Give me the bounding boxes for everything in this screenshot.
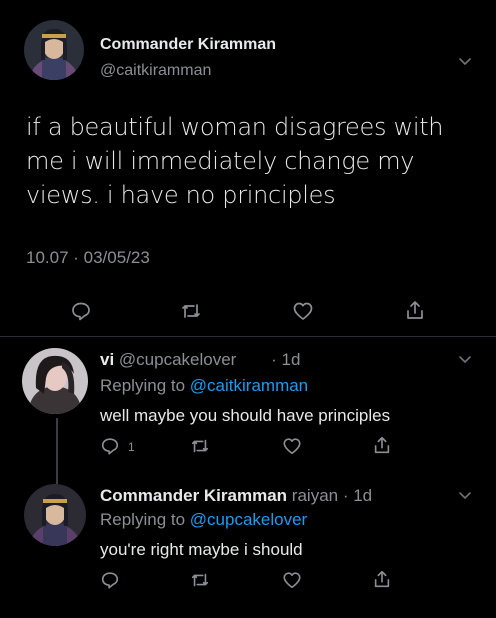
reply-header: Commander Kiramman raiyan · 1d (100, 486, 372, 506)
retweet-icon[interactable] (180, 300, 202, 322)
reply-count: 1 (128, 440, 135, 454)
divider (0, 336, 496, 337)
mention-link[interactable]: @cupcakelover (190, 510, 307, 529)
timestamp[interactable]: 1d (282, 350, 301, 369)
handle[interactable]: raiyan · 1d (292, 486, 372, 505)
thread-line (56, 418, 58, 486)
reply-text: you're right maybe i should (100, 540, 303, 559)
replying-to: Replying to @cupcakelover (100, 510, 307, 530)
handle[interactable]: @cupcakelover (119, 350, 236, 369)
display-name[interactable]: Commander Kiramman (100, 36, 276, 54)
reply-header: vi @cupcakelover · 1d (100, 350, 300, 370)
reply-icon[interactable] (70, 300, 92, 322)
reply-icon[interactable] (100, 570, 120, 590)
like-icon[interactable] (282, 436, 302, 456)
reply-icon[interactable] (100, 436, 120, 456)
retweet-icon[interactable] (190, 436, 210, 456)
handle[interactable]: @caitkiramman (100, 62, 211, 80)
like-icon[interactable] (282, 570, 302, 590)
like-icon[interactable] (292, 300, 314, 322)
separator: · (271, 350, 277, 369)
chevron-down-icon[interactable] (456, 52, 474, 75)
chevron-down-icon[interactable] (456, 486, 474, 509)
share-icon[interactable] (372, 435, 392, 455)
avatar[interactable] (24, 20, 84, 80)
reply-text: well maybe you should have principles (100, 406, 391, 425)
display-name[interactable]: Commander Kiramman (100, 486, 287, 505)
replying-to: Replying to @caitkiramman (100, 376, 308, 396)
replying-label: Replying to (100, 376, 186, 395)
replying-label: Replying to (100, 510, 186, 529)
chevron-down-icon[interactable] (456, 350, 474, 373)
avatar[interactable] (24, 484, 86, 546)
retweet-icon[interactable] (190, 570, 210, 590)
timestamp[interactable]: 10.07 · 03/05/23 (26, 248, 150, 268)
mention-link[interactable]: @caitkiramman (190, 376, 308, 395)
share-icon[interactable] (404, 299, 426, 321)
tweet-text: if a beautiful woman disagrees with me i… (26, 113, 444, 209)
share-icon[interactable] (372, 569, 392, 589)
avatar[interactable] (22, 348, 88, 414)
display-name[interactable]: vi (100, 350, 114, 369)
